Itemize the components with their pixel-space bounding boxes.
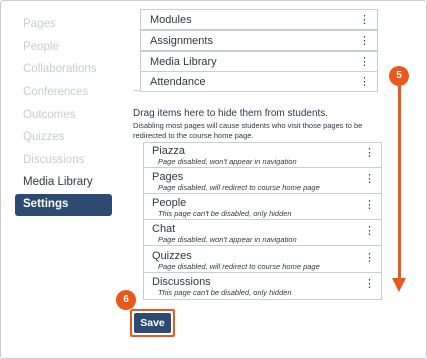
step-6-callout: 6: [116, 290, 136, 310]
disabled-item-status: Page disabled, won't appear in navigatio…: [158, 157, 297, 166]
more-options-icon[interactable]: ⋮: [364, 146, 375, 159]
enabled-item-label: Modules: [150, 14, 192, 26]
save-button[interactable]: Save: [134, 313, 171, 333]
sidebar-item-pages[interactable]: Pages: [23, 18, 56, 30]
enabled-item-attendance[interactable]: Attendance ⋮: [140, 71, 378, 92]
disabled-item-quizzes[interactable]: Quizzes Page disabled, will redirect to …: [144, 248, 381, 273]
settings-navigation-screen: Pages People Collaborations Conferences …: [0, 0, 427, 359]
more-options-icon[interactable]: ⋮: [359, 34, 370, 47]
disabled-item-pages[interactable]: Pages Page disabled, will redirect to co…: [144, 169, 381, 194]
sidebar-item-media-library[interactable]: Media Library: [23, 176, 93, 188]
arrow-down-icon: [392, 278, 406, 292]
enabled-item-modules[interactable]: Modules ⋮: [140, 9, 378, 30]
more-options-icon[interactable]: ⋮: [359, 55, 370, 68]
sidebar-item-outcomes[interactable]: Outcomes: [23, 109, 75, 121]
disabled-item-piazza[interactable]: Piazza Page disabled, won't appear in na…: [144, 143, 381, 168]
drag-hint-text: Drag items here to hide them from studen…: [133, 108, 329, 119]
more-options-icon[interactable]: ⋮: [359, 75, 370, 88]
enabled-item-label: Media Library: [150, 56, 217, 68]
disabled-item-status: Page disabled, will redirect to course h…: [158, 262, 320, 271]
enabled-item-media-library[interactable]: Media Library ⋮: [140, 51, 378, 72]
sidebar-item-quizzes[interactable]: Quizzes: [23, 131, 65, 143]
sidebar-item-conferences[interactable]: Conferences: [23, 86, 88, 98]
sidebar-item-people[interactable]: People: [23, 41, 59, 53]
disabled-item-status: This page can't be disabled, only hidden: [158, 288, 292, 297]
sidebar-item-discussions[interactable]: Discussions: [23, 154, 84, 166]
enabled-item-assignments[interactable]: Assignments ⋮: [140, 30, 378, 51]
enabled-item-label: Attendance: [150, 76, 206, 88]
disabled-item-discussions[interactable]: Discussions This page can't be disabled,…: [144, 274, 381, 299]
drag-hint-detail: Disabling most pages will cause students…: [133, 121, 363, 140]
scroll-arrow-line: [398, 86, 401, 278]
more-options-icon[interactable]: ⋮: [359, 13, 370, 26]
more-options-icon[interactable]: ⋮: [364, 277, 375, 290]
sidebar-item-collaborations[interactable]: Collaborations: [23, 63, 97, 75]
course-nav-sidebar: Pages People Collaborations Conferences …: [1, 1, 119, 358]
disabled-item-name: Piazza: [152, 145, 186, 157]
disabled-item-name: People: [152, 197, 187, 209]
disabled-item-name: Pages: [152, 171, 184, 183]
disabled-item-name: Chat: [152, 223, 176, 235]
disabled-item-name: Quizzes: [152, 250, 192, 262]
disabled-item-status: Page disabled, will redirect to course h…: [158, 183, 320, 192]
more-options-icon[interactable]: ⋮: [364, 251, 375, 264]
enabled-items-list: Modules ⋮ Assignments ⋮ Media Library ⋮ …: [133, 1, 378, 92]
disabled-item-status: Page disabled, won't appear in navigatio…: [158, 235, 297, 244]
more-options-icon[interactable]: ⋮: [364, 172, 375, 185]
more-options-icon[interactable]: ⋮: [364, 198, 375, 211]
disabled-item-chat[interactable]: Chat Page disabled, won't appear in navi…: [144, 221, 381, 246]
step-5-callout: 5: [389, 66, 409, 86]
save-button-highlight: Save: [130, 309, 175, 337]
enabled-item-label: Assignments: [150, 35, 213, 47]
disabled-item-people[interactable]: People This page can't be disabled, only…: [144, 195, 381, 220]
sidebar-item-settings[interactable]: Settings: [15, 194, 112, 216]
more-options-icon[interactable]: ⋮: [364, 224, 375, 237]
disabled-item-name: Discussions: [152, 276, 211, 288]
disabled-items-list: Piazza Page disabled, won't appear in na…: [143, 142, 382, 300]
disabled-item-status: This page can't be disabled, only hidden: [158, 209, 292, 218]
